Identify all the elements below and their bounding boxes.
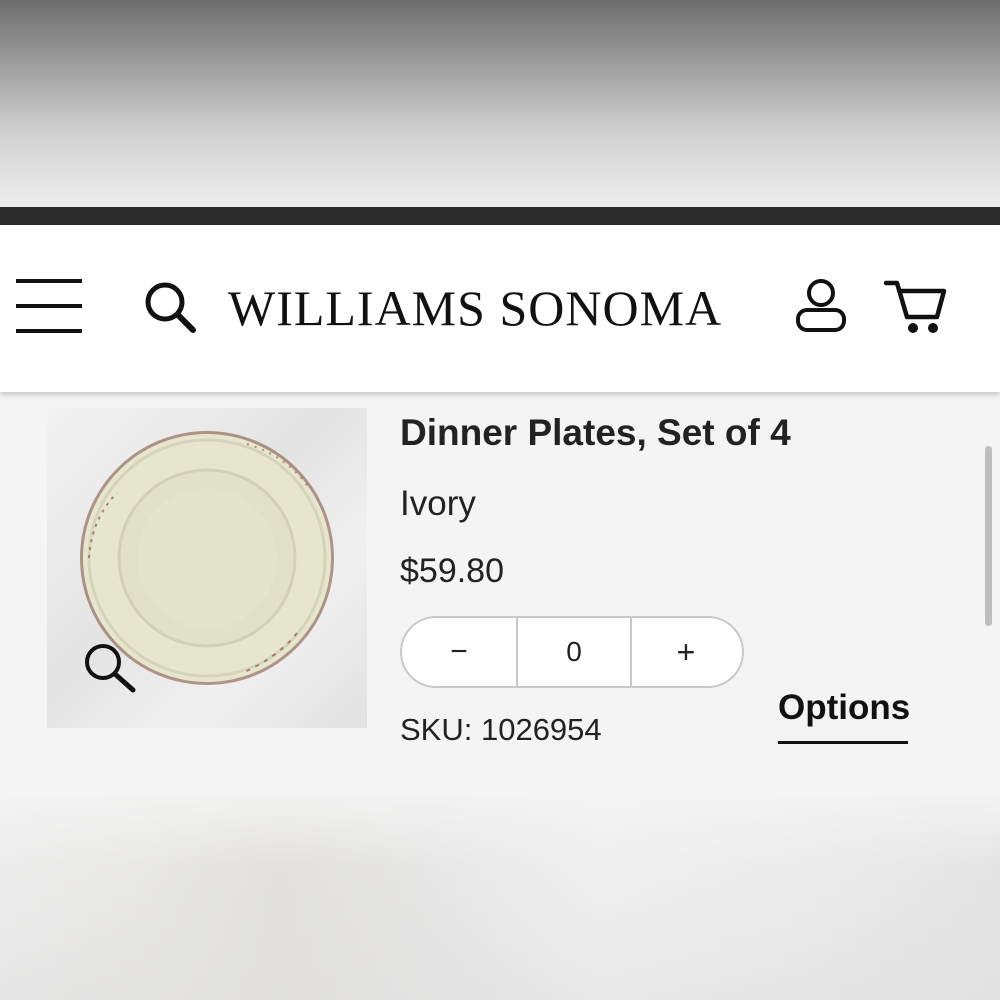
status-bar — [0, 207, 1000, 225]
decrement-button[interactable]: − — [402, 618, 516, 686]
menu-icon[interactable] — [16, 279, 82, 333]
search-icon[interactable] — [141, 279, 197, 335]
account-icon[interactable] — [793, 277, 849, 335]
product-card: Dinner Plates, Set of 4 Ivory $59.80 − 0… — [16, 392, 960, 795]
increment-button[interactable]: + — [630, 618, 742, 686]
product-color: Ivory — [400, 484, 476, 523]
quantity-input[interactable]: 0 — [516, 618, 632, 686]
cart-icon[interactable] — [883, 275, 949, 337]
product-image[interactable] — [47, 408, 367, 728]
content-area: Dinner Plates, Set of 4 Ivory $59.80 − 0… — [0, 392, 1000, 795]
quantity-stepper: − 0 + — [400, 616, 744, 688]
blurred-background-top — [0, 0, 1000, 207]
scrollbar[interactable] — [985, 446, 992, 626]
sku-label: SKU: 1026954 — [400, 712, 602, 747]
blurred-background-bottom — [0, 795, 1000, 1000]
zoom-icon[interactable] — [83, 642, 139, 698]
product-price: $59.80 — [400, 552, 504, 590]
site-header: WILLIAMS SONOMA — [0, 225, 1000, 392]
brand-logo[interactable]: WILLIAMS SONOMA — [228, 277, 768, 339]
options-underline — [778, 741, 908, 744]
options-link[interactable]: Options — [778, 688, 910, 744]
product-title[interactable]: Dinner Plates, Set of 4 — [400, 412, 791, 454]
